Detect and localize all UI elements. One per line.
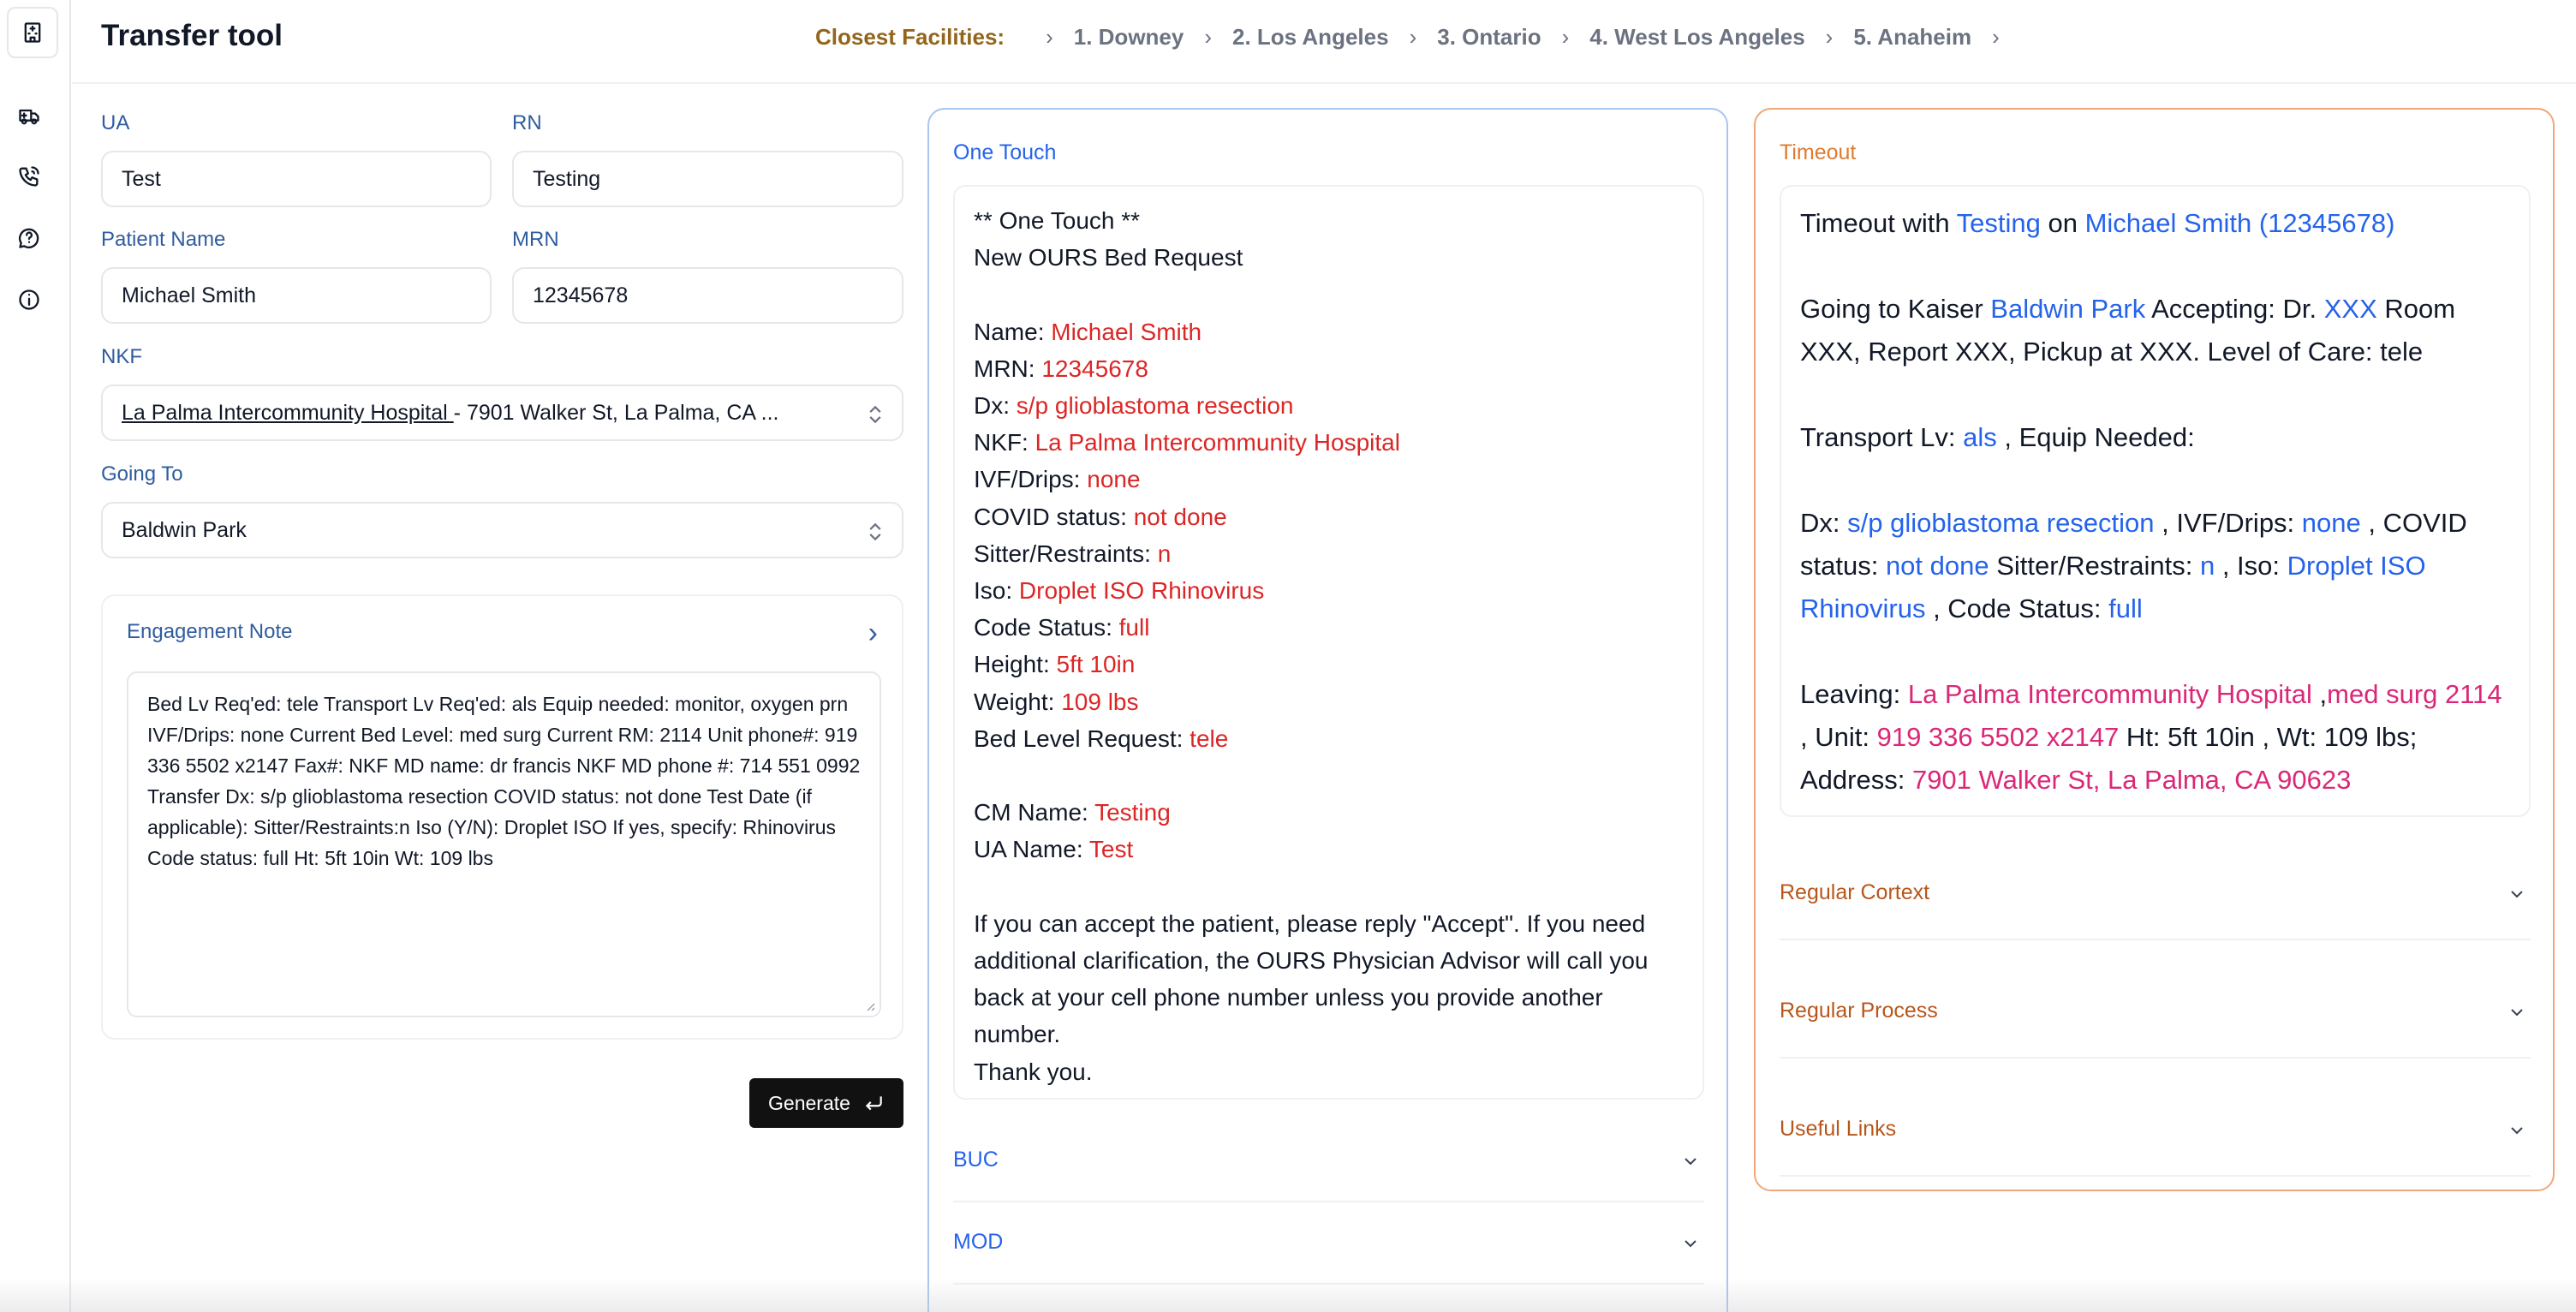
patient-name-field[interactable]: Michael Smith bbox=[101, 267, 492, 324]
accordion-useful-links-label: Useful Links bbox=[1780, 1117, 1897, 1141]
chevron-right-icon: › bbox=[1046, 24, 1053, 50]
ot-closing: If you can accept the patient, please re… bbox=[974, 909, 1649, 1048]
timeout-line-3: Transport Lv: als , Equip Needed: bbox=[1800, 422, 2195, 452]
icon-rail bbox=[0, 0, 71, 1312]
page-title: Transfer tool bbox=[101, 19, 283, 52]
engagement-note-text: Bed Lv Req'ed: tele Transport Lv Req'ed:… bbox=[147, 693, 861, 869]
one-touch-message[interactable]: ** One Touch ** New OURS Bed Request Nam… bbox=[953, 185, 1704, 1100]
help-circle-icon[interactable] bbox=[15, 224, 43, 252]
ot-field-name: Name: Michael Smith bbox=[974, 318, 1202, 345]
ot-field-sitter: Sitter/Restraints: n bbox=[974, 540, 1172, 567]
timeout-line-5: Leaving: La Palma Intercommunity Hospita… bbox=[1800, 679, 2502, 795]
chevron-right-icon: › bbox=[1204, 24, 1213, 50]
accordion-mod[interactable]: MOD bbox=[953, 1202, 1704, 1285]
breadcrumb-item[interactable]: 1. Downey bbox=[1074, 24, 1184, 51]
timeout-message[interactable]: Timeout with Testing on Michael Smith (1… bbox=[1780, 185, 2531, 817]
accordion-buc[interactable]: BUC bbox=[953, 1120, 1704, 1202]
rn-value: Testing bbox=[533, 166, 601, 191]
ot-field-covid: COVID status: not done bbox=[974, 503, 1227, 530]
patient-name-label: Patient Name bbox=[101, 228, 226, 251]
nkf-select[interactable]: La Palma Intercommunity Hospital - 7901 … bbox=[101, 385, 903, 441]
info-icon[interactable] bbox=[15, 286, 43, 313]
one-touch-header: ** One Touch ** bbox=[974, 207, 1141, 234]
enter-icon bbox=[865, 1096, 882, 1111]
accordion-regular-cortext-label: Regular Cortext bbox=[1780, 880, 1930, 904]
breadcrumb: Closest Facilities: › 1. Downey › 2. Los… bbox=[815, 24, 2020, 51]
patient-name-value: Michael Smith bbox=[122, 283, 256, 307]
breadcrumb-item[interactable]: 4. West Los Angeles bbox=[1589, 24, 1804, 51]
timeout-title: Timeout bbox=[1780, 140, 1857, 164]
accordion-regular-process-label: Regular Process bbox=[1780, 999, 1938, 1023]
timeout-panel: Timeout Timeout with Testing on Michael … bbox=[1754, 108, 2555, 1191]
ot-field-ivf: IVF/Drips: none bbox=[974, 466, 1141, 493]
ua-label: UA bbox=[101, 111, 130, 134]
ot-field-nkf: NKF: La Palma Intercommunity Hospital bbox=[974, 429, 1400, 456]
accordion-mod-label: MOD bbox=[953, 1230, 1004, 1254]
nkf-hospital-link[interactable]: La Palma Intercommunity Hospital bbox=[122, 401, 454, 425]
nkf-label: NKF bbox=[101, 345, 142, 368]
timeout-line-1: Timeout with Testing on Michael Smith (1… bbox=[1800, 208, 2395, 238]
generate-button[interactable]: Generate bbox=[749, 1078, 903, 1128]
mrn-field[interactable]: 12345678 bbox=[512, 267, 903, 324]
engagement-note-card: Engagement Note › Bed Lv Req'ed: tele Tr… bbox=[101, 594, 903, 1040]
going-to-select[interactable]: Baldwin Park bbox=[101, 502, 903, 558]
going-to-value: Baldwin Park bbox=[122, 517, 247, 542]
ot-thanks: Thank you. bbox=[974, 1058, 1093, 1085]
chevron-down-icon bbox=[2511, 1009, 2523, 1017]
chevron-down-icon bbox=[2511, 1127, 2523, 1135]
select-arrows-icon bbox=[869, 522, 881, 541]
top-header: Transfer tool Closest Facilities: › 1. D… bbox=[72, 0, 2576, 84]
chevron-right-icon[interactable]: › bbox=[868, 618, 878, 647]
chevron-right-icon: › bbox=[1409, 24, 1417, 50]
chevron-down-icon bbox=[1685, 1240, 1696, 1248]
going-to-label: Going To bbox=[101, 462, 183, 486]
ot-field-height: Height: 5ft 10in bbox=[974, 651, 1136, 678]
timeout-line-2: Going to Kaiser Baldwin Park Accepting: … bbox=[1800, 294, 2456, 367]
ot-field-dx: Dx: s/p glioblastoma resection bbox=[974, 392, 1294, 419]
ot-field-code: Code Status: full bbox=[974, 614, 1150, 641]
ambulance-icon[interactable] bbox=[15, 103, 43, 130]
one-touch-panel: One Touch ** One Touch ** New OURS Bed R… bbox=[927, 108, 1728, 1312]
accordion-useful-links[interactable]: Useful Links bbox=[1780, 1082, 2531, 1177]
select-arrows-icon bbox=[869, 405, 881, 424]
chevron-right-icon: › bbox=[1992, 24, 2000, 50]
breadcrumb-item[interactable]: 5. Anaheim bbox=[1853, 24, 1971, 51]
chevron-down-icon bbox=[2511, 891, 2523, 898]
mrn-value: 12345678 bbox=[533, 283, 629, 307]
ua-value: Test bbox=[122, 166, 161, 191]
chevron-down-icon bbox=[1685, 1158, 1696, 1166]
ot-field-iso: Iso: Droplet ISO Rhinovirus bbox=[974, 577, 1265, 605]
ot-field-weight: Weight: 109 lbs bbox=[974, 688, 1139, 715]
accordion-regular-cortext[interactable]: Regular Cortext bbox=[1780, 846, 2531, 940]
chevron-right-icon: › bbox=[1825, 24, 1834, 50]
ot-field-bed-level: Bed Level Request: tele bbox=[974, 725, 1229, 752]
breadcrumb-label: Closest Facilities: bbox=[815, 24, 1005, 50]
rn-label: RN bbox=[512, 111, 542, 134]
rn-field[interactable]: Testing bbox=[512, 151, 903, 207]
timeout-line-4: Dx: s/p glioblastoma resection , IVF/Dri… bbox=[1800, 508, 2467, 623]
ot-field-ua: UA Name: Test bbox=[974, 836, 1134, 863]
phone-call-icon[interactable] bbox=[15, 163, 43, 190]
ot-field-mrn: MRN: 12345678 bbox=[974, 355, 1148, 382]
hospital-icon[interactable] bbox=[7, 7, 58, 58]
nkf-address: - 7901 Walker St, La Palma, CA ... bbox=[453, 400, 779, 425]
one-touch-title: One Touch bbox=[953, 140, 1057, 164]
mrn-label: MRN bbox=[512, 228, 559, 251]
ot-field-cm: CM Name: Testing bbox=[974, 799, 1171, 826]
accordion-buc-label: BUC bbox=[953, 1148, 999, 1172]
generate-button-label: Generate bbox=[768, 1091, 850, 1114]
ua-field[interactable]: Test bbox=[101, 151, 492, 207]
engagement-note-textarea[interactable]: Bed Lv Req'ed: tele Transport Lv Req'ed:… bbox=[127, 671, 881, 1017]
chevron-right-icon: › bbox=[1561, 24, 1570, 50]
engagement-note-title: Engagement Note bbox=[127, 620, 293, 643]
accordion-regular-process[interactable]: Regular Process bbox=[1780, 964, 2531, 1059]
one-touch-subheader: New OURS Bed Request bbox=[974, 244, 1243, 271]
breadcrumb-item[interactable]: 3. Ontario bbox=[1437, 24, 1541, 51]
breadcrumb-item[interactable]: 2. Los Angeles bbox=[1232, 24, 1389, 51]
resize-handle-icon[interactable] bbox=[862, 999, 876, 1012]
